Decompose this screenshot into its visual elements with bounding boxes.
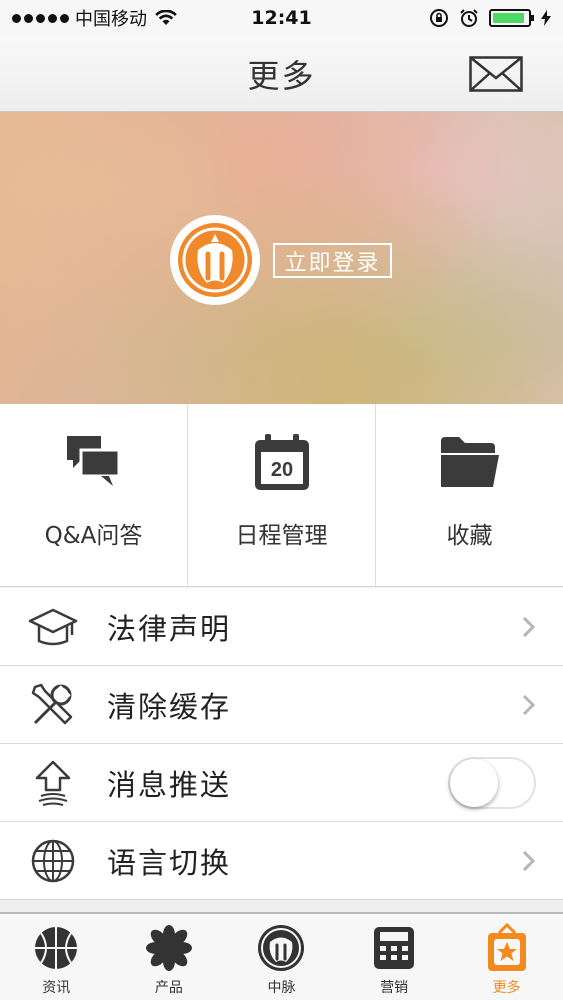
graduation-cap-icon: [27, 601, 79, 653]
charging-bolt-icon: [541, 10, 551, 26]
calendar-icon: 20: [250, 430, 314, 494]
login-button[interactable]: 立即登录: [273, 243, 392, 278]
tab-label-news: 资讯: [42, 980, 71, 996]
calculator-icon: [369, 923, 419, 973]
settings-list: 法律声明 清除缓存 消息推送 语言切换: [0, 588, 563, 900]
star-bag-icon: [482, 923, 532, 973]
basketball-icon: [31, 923, 81, 973]
tab-label-zhongmai: 中脉: [267, 980, 296, 996]
grid-item-favorites[interactable]: 收藏: [376, 404, 563, 586]
tab-label-more: 更多: [492, 980, 521, 996]
tab-label-marketing: 营销: [380, 980, 409, 996]
grid-label-schedule: 日程管理: [235, 523, 328, 549]
profile-banner: 立即登录: [0, 112, 563, 404]
chevron-right-icon: [522, 850, 536, 872]
grid-label-qa: Q&A问答: [44, 523, 143, 549]
tab-zhongmai[interactable]: 中脉: [225, 914, 338, 1000]
asterisk-icon: [144, 923, 194, 973]
chevron-right-icon: [522, 616, 536, 638]
list-item-language[interactable]: 语言切换: [0, 822, 563, 900]
globe-icon: [27, 835, 79, 887]
list-label-legal: 法律声明: [107, 611, 232, 646]
list-label-language: 语言切换: [107, 845, 232, 880]
chevron-right-icon: [522, 694, 536, 716]
grid-item-qa[interactable]: Q&A问答: [0, 404, 188, 586]
list-item-push: 消息推送: [0, 744, 563, 822]
grid-item-schedule[interactable]: 20 日程管理: [188, 404, 376, 586]
folder-icon: [438, 430, 502, 494]
list-item-clear-cache[interactable]: 清除缓存: [0, 666, 563, 744]
grid-label-favorites: 收藏: [446, 523, 493, 549]
carrier-label: 中国移动: [75, 9, 147, 30]
tab-bar: 资讯 产品 中脉 营销 更多: [0, 912, 563, 1000]
signal-strength-icon: [12, 13, 69, 23]
alarm-icon: [460, 9, 478, 27]
envelope-icon[interactable]: [469, 56, 523, 92]
list-item-legal[interactable]: 法律声明: [0, 588, 563, 666]
push-toggle[interactable]: [448, 757, 536, 809]
nav-bar: 更多: [0, 36, 563, 112]
list-label-push: 消息推送: [107, 767, 232, 802]
page-title: 更多: [247, 56, 316, 95]
list-label-clear-cache: 清除缓存: [107, 689, 232, 724]
brand-logo: [170, 215, 260, 305]
chat-bubbles-icon: [62, 430, 126, 494]
tab-news[interactable]: 资讯: [0, 914, 113, 1000]
feature-grid: Q&A问答 20 日程管理 收藏: [0, 404, 563, 587]
brand-logo-icon: [256, 923, 306, 973]
tools-icon: [27, 679, 79, 731]
rotation-lock-icon: [430, 9, 448, 27]
calendar-day-number: 20: [270, 459, 292, 481]
toggle-knob: [450, 759, 498, 807]
tab-more[interactable]: 更多: [450, 914, 563, 1000]
tab-products[interactable]: 产品: [113, 914, 226, 1000]
status-bar: 中国移动 12:41: [0, 0, 563, 36]
push-arrow-icon: [27, 757, 79, 809]
wifi-icon: [155, 10, 177, 25]
battery-icon: [489, 9, 534, 27]
tab-label-products: 产品: [154, 980, 183, 996]
tab-marketing[interactable]: 营销: [338, 914, 451, 1000]
